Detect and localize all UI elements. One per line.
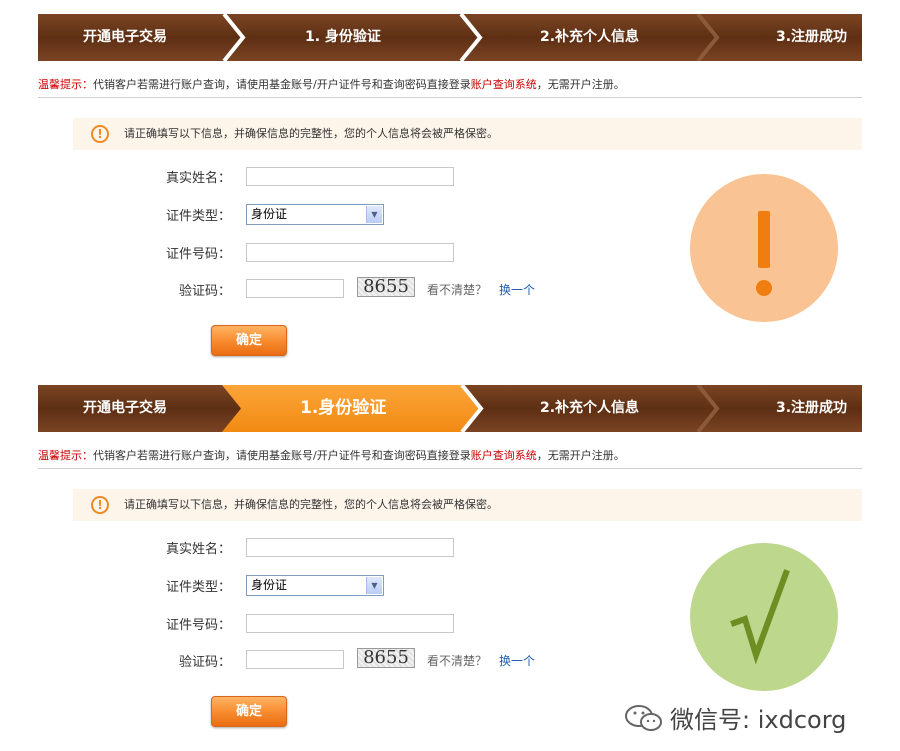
- captcha-label: 验证码：: [178, 284, 231, 299]
- name-label: 真实姓名：: [165, 171, 231, 186]
- chevron-down-icon[interactable]: ▼: [366, 577, 382, 594]
- refresh-captcha-link[interactable]: 换一个: [499, 652, 535, 669]
- id-number-label: 证件号码：: [165, 247, 231, 262]
- unclear-text: 看不清楚？: [427, 654, 488, 668]
- step-identity-verification-active: 1.身份验证: [300, 398, 387, 418]
- step-identity-verification: 1. 身份验证: [305, 29, 381, 45]
- exclamation-mark: [756, 211, 772, 296]
- exclamation-circle-icon: !: [91, 125, 109, 143]
- tip-text: 代销客户若需进行账户查询，请使用基金账号/开户证件号和查询密码直接登录: [93, 78, 471, 91]
- id-type-value: 身份证: [251, 207, 288, 221]
- id-type-label: 证件类型：: [165, 580, 231, 595]
- step-open-trading: 开通电子交易: [83, 29, 167, 45]
- account-query-link[interactable]: 账户查询系统: [471, 78, 537, 91]
- registration-panel-active: 开通电子交易 1.身份验证 2.补充个人信息 3.注册成功 温馨提示：代销客户若…: [0, 371, 900, 743]
- step-registration-success: 3.注册成功: [776, 29, 848, 45]
- watermark-text: 微信号: ixdcorg: [670, 706, 847, 734]
- chevron-down-icon[interactable]: ▼: [366, 206, 382, 223]
- check-mark: [730, 569, 790, 665]
- notice-text: 请正确填写以下信息，并确保信息的完整性，您的个人信息将会被严格保密。: [124, 127, 498, 140]
- step-progress-bar-active: 开通电子交易 1.身份验证 2.补充个人信息 3.注册成功: [38, 385, 862, 432]
- tip-label: 温馨提示：: [38, 449, 93, 462]
- id-type-label: 证件类型：: [165, 209, 231, 224]
- registration-panel-default: 开通电子交易 1. 身份验证 2.补充个人信息 3.注册成功 温馨提示：代销客户…: [0, 0, 900, 372]
- name-label: 真实姓名：: [165, 542, 231, 557]
- captcha-label: 验证码：: [178, 655, 231, 670]
- notice-text: 请正确填写以下信息，并确保信息的完整性，您的个人信息将会被严格保密。: [124, 498, 498, 511]
- divider: [38, 97, 862, 98]
- captcha-image[interactable]: 8655: [357, 648, 415, 668]
- account-query-link[interactable]: 账户查询系统: [471, 449, 537, 462]
- captcha-image[interactable]: 8655: [357, 277, 415, 297]
- warning-status-icon: [690, 174, 838, 322]
- exclamation-circle-icon: !: [91, 496, 109, 514]
- captcha-input[interactable]: [246, 279, 344, 298]
- divider: [38, 468, 862, 469]
- step-open-trading: 开通电子交易: [83, 400, 167, 416]
- step-personal-info: 2.补充个人信息: [540, 29, 640, 45]
- id-type-select[interactable]: 身份证 ▼: [246, 204, 384, 225]
- submit-button[interactable]: 确定: [211, 325, 287, 356]
- warm-tip: 温馨提示：代销客户若需进行账户查询，请使用基金账号/开户证件号和查询密码直接登录…: [38, 76, 862, 96]
- refresh-captcha-link[interactable]: 换一个: [499, 281, 535, 298]
- real-name-input[interactable]: [246, 538, 454, 557]
- warm-tip: 温馨提示：代销客户若需进行账户查询，请使用基金账号/开户证件号和查询密码直接登录…: [38, 447, 862, 467]
- step-progress-bar: 开通电子交易 1. 身份验证 2.补充个人信息 3.注册成功: [38, 14, 862, 61]
- tip-text-end: ，无需开户注册。: [536, 78, 625, 91]
- wechat-icon: [624, 703, 664, 739]
- id-type-select[interactable]: 身份证 ▼: [246, 575, 384, 596]
- submit-button[interactable]: 确定: [211, 696, 287, 727]
- info-notice: ! 请正确填写以下信息，并确保信息的完整性，您的个人信息将会被严格保密。: [73, 118, 862, 150]
- success-status-icon: [690, 543, 838, 691]
- step-personal-info: 2.补充个人信息: [540, 400, 640, 416]
- step-registration-success: 3.注册成功: [776, 400, 848, 416]
- id-number-input[interactable]: [246, 614, 454, 633]
- id-type-value: 身份证: [251, 578, 288, 592]
- id-number-input[interactable]: [246, 243, 454, 262]
- tip-text: 代销客户若需进行账户查询，请使用基金账号/开户证件号和查询密码直接登录: [93, 449, 471, 462]
- info-notice: ! 请正确填写以下信息，并确保信息的完整性，您的个人信息将会被严格保密。: [73, 489, 862, 521]
- tip-label: 温馨提示：: [38, 78, 93, 91]
- unclear-text: 看不清楚？: [427, 283, 488, 297]
- wechat-watermark: 微信号: ixdcorg: [624, 700, 846, 740]
- tip-text-end: ，无需开户注册。: [536, 449, 625, 462]
- real-name-input[interactable]: [246, 167, 454, 186]
- id-number-label: 证件号码：: [165, 618, 231, 633]
- captcha-input[interactable]: [246, 650, 344, 669]
